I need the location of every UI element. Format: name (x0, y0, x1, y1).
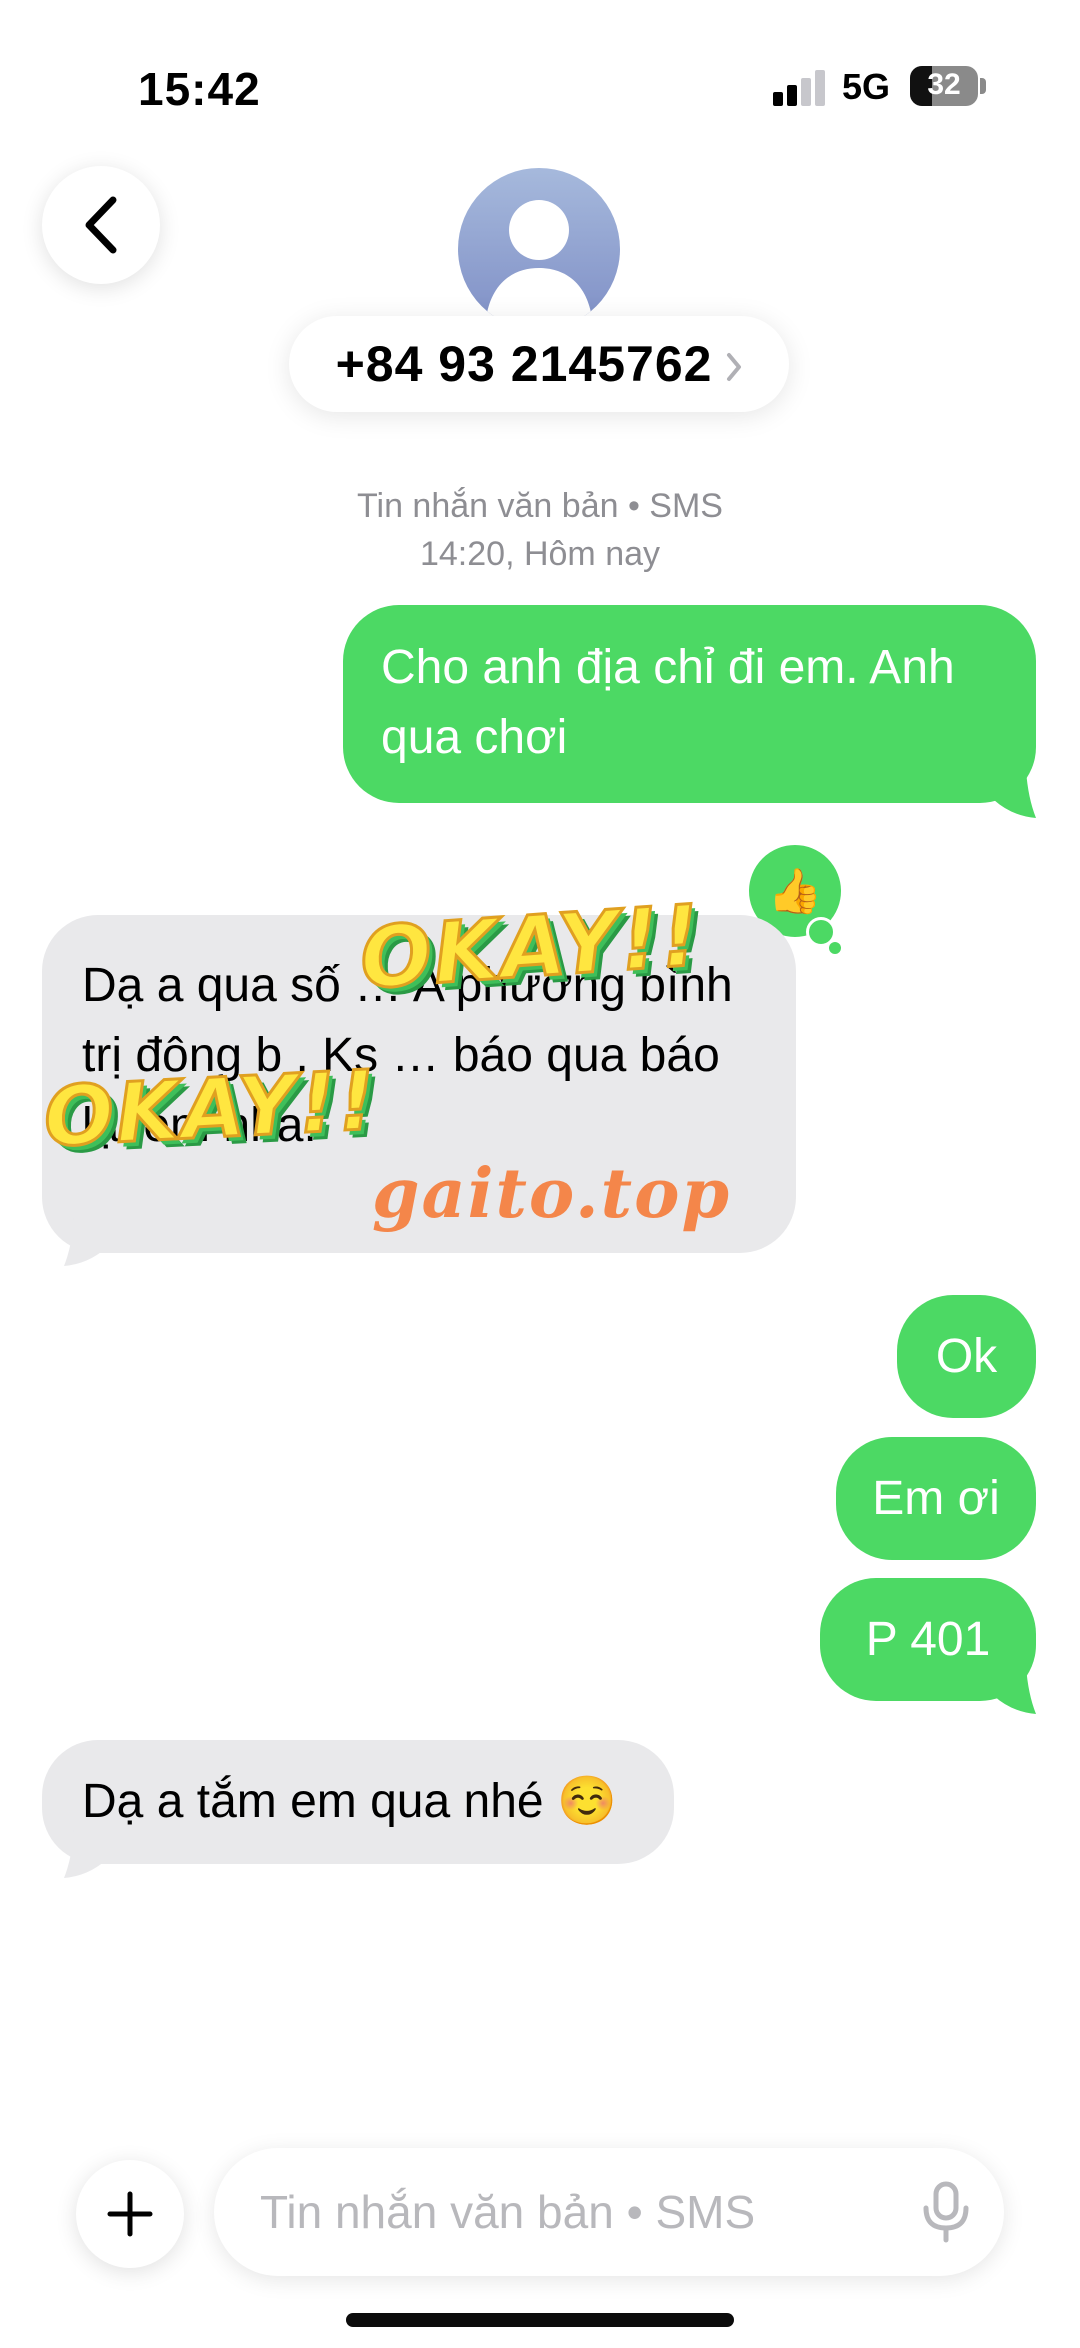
chevron-right-icon (727, 353, 742, 381)
message-bubble-outgoing[interactable]: Em ơi (836, 1437, 1036, 1560)
plus-icon (107, 2191, 153, 2237)
contact-avatar[interactable] (458, 168, 620, 330)
home-indicator (346, 2313, 734, 2327)
thumbs-up-icon: 👍 (767, 867, 823, 916)
message-input-placeholder: Tin nhắn văn bản • SMS (260, 2186, 756, 2238)
bubble-tail (990, 770, 1036, 818)
battery-percent: 32 (927, 68, 961, 101)
message-text: Dạ a tắm em qua nhé ☺️ (82, 1775, 617, 1828)
person-icon (486, 200, 592, 318)
message-bubble-incoming[interactable]: Dạ a tắm em qua nhé ☺️ (42, 1740, 674, 1864)
bubble-tail (990, 1666, 1036, 1714)
message-text: Cho anh địa chỉ đi em. Anh qua chơi (381, 641, 955, 764)
battery-tip (980, 78, 986, 94)
chevron-left-icon (85, 196, 117, 254)
contact-number: +84 93 2145762 (335, 336, 713, 392)
service-label: Tin nhắn văn bản • SMS (357, 487, 723, 525)
message-bubble-outgoing[interactable]: Cho anh địa chỉ đi em. Anh qua chơi (343, 605, 1036, 803)
bubble-tail (64, 1830, 110, 1878)
message-text: Ok (935, 1329, 998, 1383)
bubble-tail (64, 1218, 110, 1266)
message-bubble-outgoing[interactable]: Ok (897, 1295, 1036, 1418)
thread-timestamp: 14:20, Hôm nay (419, 535, 661, 573)
status-time: 15:42 (138, 63, 261, 115)
microphone-icon[interactable] (920, 2180, 972, 2244)
back-button[interactable] (42, 166, 160, 284)
message-input[interactable]: Tin nhắn văn bản • SMS (214, 2148, 1004, 2276)
thread-header: Tin nhắn văn bản • SMS 14:20, Hôm nay (0, 482, 1080, 578)
battery-icon: 32 (910, 66, 978, 106)
okay-sticker: OKAY!! (40, 1052, 381, 1167)
reaction-tail-dot (829, 942, 841, 954)
add-attachment-button[interactable] (76, 2160, 184, 2268)
watermark-text: gaito.top (372, 1154, 731, 1234)
cellular-signal-icon (773, 70, 827, 106)
message-text: P 401 (865, 1612, 991, 1666)
message-text: Em ơi (872, 1471, 1000, 1525)
contact-name-button[interactable]: +84 93 2145762 (289, 316, 789, 412)
network-type: 5G (842, 66, 891, 107)
